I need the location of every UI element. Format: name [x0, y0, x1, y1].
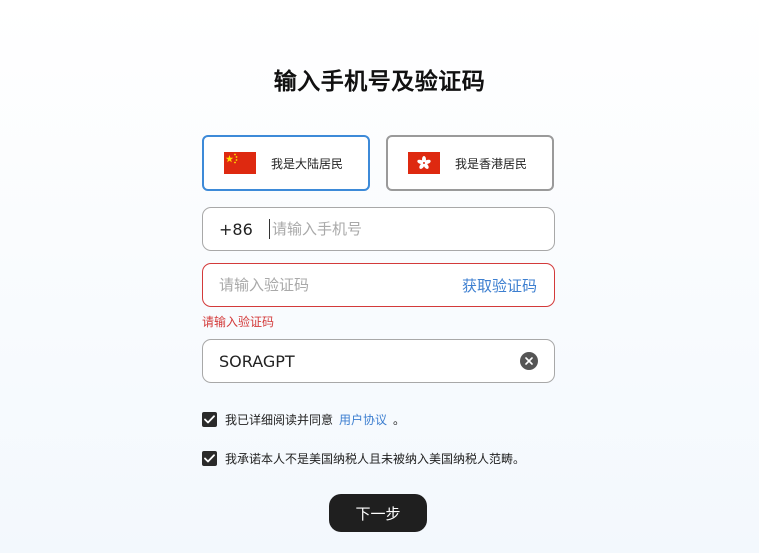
- next-step-button[interactable]: 下一步: [329, 494, 427, 532]
- tax-declaration-checkbox[interactable]: [202, 451, 217, 466]
- code-error-message: 请输入验证码: [202, 315, 275, 329]
- hk-resident-option[interactable]: 我是香港居民: [386, 135, 554, 191]
- invite-code-field: [202, 339, 555, 383]
- tax-declaration-text: 我承诺本人不是美国纳税人且未被纳入美国纳税人范畴。: [225, 452, 526, 466]
- hong-kong-flag-icon: [408, 152, 440, 174]
- agreement-text: 我已详细阅读并同意: [225, 413, 334, 427]
- get-code-button[interactable]: 获取验证码: [462, 275, 537, 296]
- invite-code-input[interactable]: [219, 340, 520, 382]
- mainland-resident-option[interactable]: 我是大陆居民: [202, 135, 370, 191]
- agreement-row: 我已详细阅读并同意 用户协议 。: [202, 411, 405, 428]
- page-title: 输入手机号及验证码: [273, 69, 486, 95]
- agreement-checkbox[interactable]: [202, 412, 217, 427]
- text-caret: [269, 219, 270, 239]
- clear-icon[interactable]: [520, 352, 538, 370]
- tax-declaration-row: 我承诺本人不是美国纳税人且未被纳入美国纳税人范畴。: [202, 450, 525, 467]
- phone-field: +86: [202, 207, 555, 251]
- china-flag-icon: [224, 152, 256, 174]
- verification-page: 输入手机号及验证码 我是大陆居民 我是香港居民 +86 请输入手机号 请输入验证…: [0, 0, 759, 553]
- phone-input[interactable]: [272, 208, 554, 250]
- verification-code-input[interactable]: [219, 264, 462, 306]
- check-icon: [204, 454, 215, 463]
- check-icon: [204, 415, 215, 424]
- user-agreement-link[interactable]: 用户协议: [339, 411, 387, 428]
- mainland-resident-label: 我是大陆居民: [271, 156, 344, 171]
- agreement-period: 。: [393, 413, 406, 427]
- country-code-prefix[interactable]: +86: [219, 220, 269, 239]
- verification-code-field: 获取验证码: [202, 263, 555, 307]
- hk-resident-label: 我是香港居民: [455, 156, 528, 171]
